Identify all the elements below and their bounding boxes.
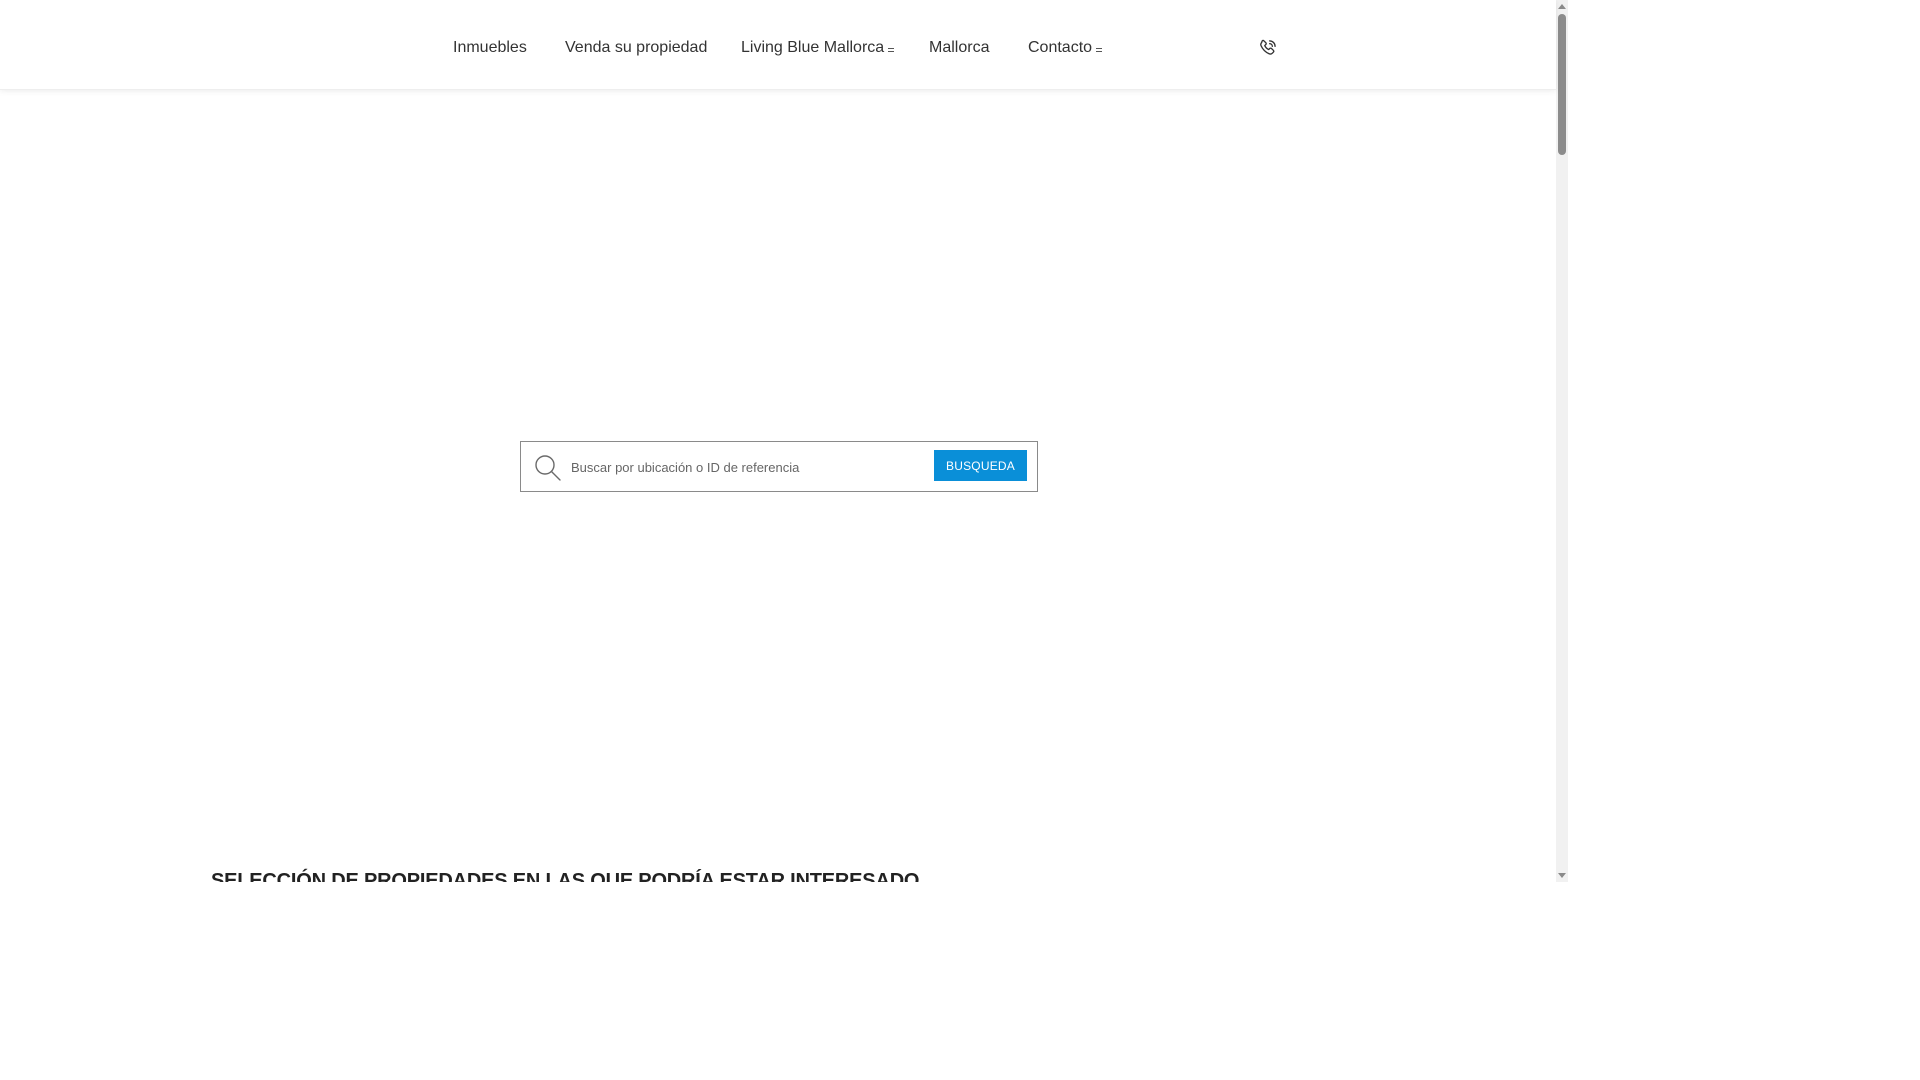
site-header: Inmuebles Venda su propiedad Living Blue…: [0, 0, 1556, 90]
search-bar: BUSQUEDA: [520, 441, 1038, 492]
nav-item-label: Venda su propiedad: [565, 39, 708, 56]
search-input[interactable]: [569, 452, 929, 482]
dropdown-caret-icon: [888, 48, 895, 52]
nav-item-contacto[interactable]: Contacto: [1028, 36, 1103, 60]
nav-item-living-blue-mallorca[interactable]: Living Blue Mallorca: [741, 36, 895, 60]
nav-item-venda-su-propiedad[interactable]: Venda su propiedad: [565, 36, 707, 60]
phone-icon[interactable]: [1258, 38, 1278, 58]
nav-item-label: Mallorca: [929, 39, 990, 56]
scroll-thumb[interactable]: [1558, 14, 1566, 155]
scroll-down-icon[interactable]: [1558, 873, 1566, 878]
nav-item-label: Living Blue Mallorca: [741, 39, 885, 56]
nav-item-mallorca[interactable]: Mallorca: [929, 36, 989, 60]
dropdown-caret-icon: [1096, 48, 1103, 52]
page-scrollbar[interactable]: [1556, 0, 1568, 882]
nav-item-inmuebles[interactable]: Inmuebles: [453, 36, 527, 60]
page: Inmuebles Venda su propiedad Living Blue…: [0, 0, 1568, 882]
scroll-up-icon[interactable]: [1558, 4, 1566, 9]
section-title: SELECCIÓN DE PROPIEDADES EN LAS QUE PODR…: [211, 870, 920, 882]
nav-item-label: Contacto: [1028, 39, 1093, 56]
nav-item-label: Inmuebles: [453, 39, 527, 56]
search-icon: [534, 454, 562, 482]
search-button[interactable]: BUSQUEDA: [934, 450, 1027, 481]
